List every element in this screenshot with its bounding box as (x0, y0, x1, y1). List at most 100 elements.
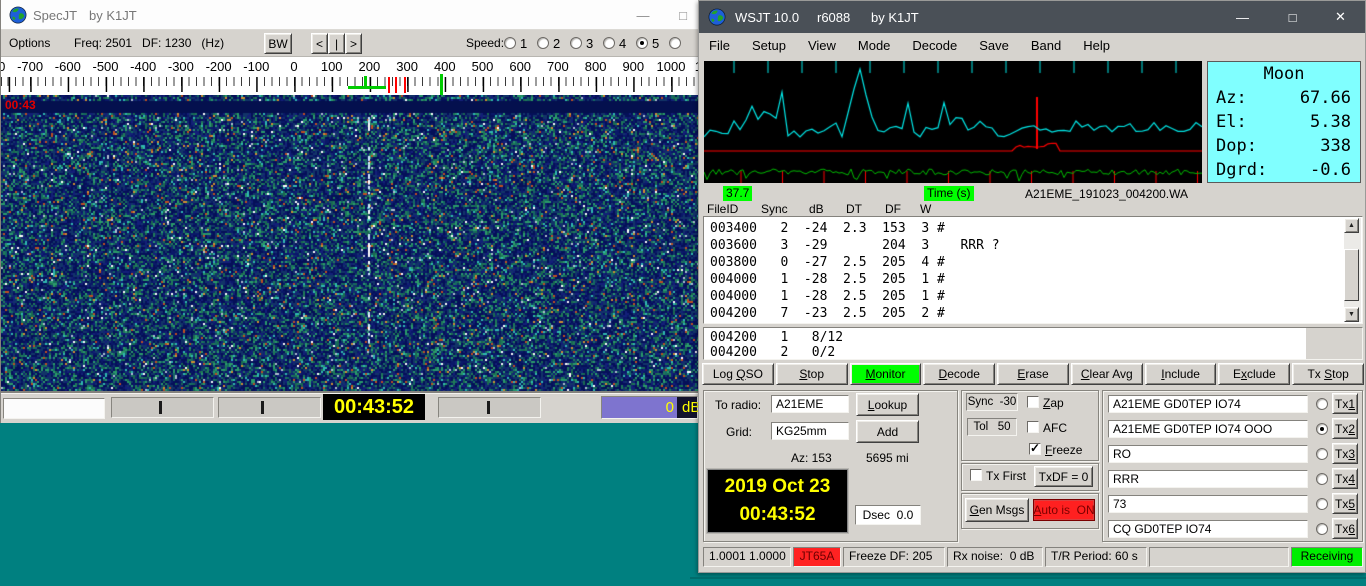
dsec-box[interactable]: Dsec 0.0 (855, 505, 921, 525)
status-spacer (1149, 547, 1289, 567)
exclude-button[interactable]: Exclude (1218, 363, 1290, 385)
wsjt-revision: r6088 (817, 10, 850, 25)
tx6-button[interactable]: Tx6 (1332, 518, 1358, 539)
decode-scrollbar[interactable]: ▲ ▼ (1344, 218, 1361, 322)
stop-button[interactable]: Stop (776, 363, 848, 385)
specjt-titlebar[interactable]: SpecJT by K1JT — □ (1, 0, 700, 30)
menu-item-view[interactable]: View (808, 38, 836, 53)
moon-el-label: El: (1216, 110, 1247, 134)
options-menu[interactable]: Options (9, 36, 50, 50)
grid-label: Grid: (726, 425, 752, 439)
auto-on-button[interactable]: Auto is ON (1033, 499, 1095, 521)
tx-first-checkbox[interactable] (970, 469, 982, 481)
clear-avg-button[interactable]: Clear Avg (1071, 363, 1143, 385)
zap-checkbox[interactable] (1027, 396, 1039, 408)
speed-radio-3[interactable] (570, 37, 582, 49)
scroll-left-button[interactable]: < (311, 33, 328, 54)
lookup-button[interactable]: Lookup (856, 393, 919, 416)
zap-label[interactable]: Zap (1043, 396, 1064, 410)
txdf-button[interactable]: TxDF = 0 (1034, 466, 1093, 487)
freeze-label[interactable]: Freeze (1045, 443, 1082, 457)
tx-message-input-6[interactable]: CQ GD0TEP IO74 (1108, 520, 1308, 538)
gen-msgs-button[interactable]: Gen Msgs (965, 498, 1029, 522)
tx-select-radio-3[interactable] (1316, 448, 1328, 460)
speed-radio-label-4: 4 (619, 36, 626, 51)
freeze-checkbox[interactable] (1029, 443, 1041, 455)
tx-first-label[interactable]: Tx First (986, 469, 1026, 483)
speed-radio-4[interactable] (603, 37, 615, 49)
tx-select-radio-5[interactable] (1316, 498, 1328, 510)
tx-message-input-4[interactable]: RRR (1108, 470, 1308, 488)
menu-item-help[interactable]: Help (1083, 38, 1110, 53)
scroll-right-button[interactable]: > (345, 33, 362, 54)
menu-item-mode[interactable]: Mode (858, 38, 891, 53)
tx-message-input-1[interactable]: A21EME GD0TEP IO74 (1108, 395, 1308, 413)
afc-checkbox[interactable] (1027, 421, 1039, 433)
col-header-db: dB (809, 202, 824, 216)
menu-item-band[interactable]: Band (1031, 38, 1061, 53)
scroll-up-button[interactable]: ▲ (1344, 218, 1359, 233)
tx5-button[interactable]: Tx5 (1332, 493, 1358, 514)
menu-item-decode[interactable]: Decode (912, 38, 957, 53)
scale-label: 700 (547, 59, 569, 74)
receiving-badge: Receiving (1291, 547, 1363, 567)
moon-dop-label: Dop: (1216, 134, 1257, 158)
specjt-minimize-button[interactable]: — (629, 4, 657, 26)
add-button[interactable]: Add (856, 420, 919, 443)
tol-box[interactable]: Tol 50 (967, 418, 1017, 436)
erase-button[interactable]: Erase (997, 363, 1069, 385)
tx-select-radio-1[interactable] (1316, 398, 1328, 410)
average-box-corner (1306, 328, 1362, 359)
include-button[interactable]: Include (1145, 363, 1217, 385)
col-header-df: DF (885, 202, 901, 216)
zero-slider[interactable] (218, 397, 321, 418)
tx2-button[interactable]: Tx2 (1332, 418, 1358, 439)
wsjt-statusbar: 1.0001 1.0000 JT65A Freeze DF: 205 Rx no… (703, 547, 1363, 567)
tx-select-radio-6[interactable] (1316, 523, 1328, 535)
scale-label: 100 (321, 59, 343, 74)
tx3-button[interactable]: Tx3 (1332, 443, 1358, 464)
tx-message-input-2[interactable]: A21EME GD0TEP IO74 OOO (1108, 420, 1308, 438)
speed-radio-2[interactable] (537, 37, 549, 49)
scale-label: 800 (585, 59, 607, 74)
decode-button[interactable]: Decode (923, 363, 995, 385)
gain-slider[interactable] (111, 397, 214, 418)
red-marker-1 (388, 77, 390, 93)
scrollbar-thumb[interactable] (1344, 249, 1359, 301)
tx-message-input-3[interactable]: RO (1108, 445, 1308, 463)
tx-select-radio-4[interactable] (1316, 473, 1328, 485)
tx4-button[interactable]: Tx4 (1332, 468, 1358, 489)
decode-output[interactable]: 003400 2 -24 2.3 153 3 #003600 3 -29 204… (703, 216, 1363, 324)
tx-message-input-5[interactable]: 73 (1108, 495, 1308, 513)
specjt-maximize-button[interactable]: □ (669, 4, 697, 26)
log-qso-button[interactable]: Log QSO (702, 363, 774, 385)
average-decode-output[interactable]: 004200 1 8/12004200 2 0/2 (703, 327, 1363, 360)
wsjt-close-button[interactable]: ✕ (1318, 1, 1363, 33)
red-marker-3 (404, 77, 406, 93)
scroll-down-button[interactable]: ▼ (1344, 307, 1359, 322)
wsjt-minimize-button[interactable]: — (1220, 1, 1265, 33)
to-radio-input[interactable]: A21EME (771, 395, 849, 413)
tx-stop-button[interactable]: Tx Stop (1292, 363, 1364, 385)
sync-box[interactable]: Sync -30 (966, 393, 1018, 411)
menu-item-setup[interactable]: Setup (752, 38, 786, 53)
bw-button[interactable]: BW (264, 33, 292, 54)
afc-label[interactable]: AFC (1043, 421, 1067, 435)
menu-item-file[interactable]: File (709, 38, 730, 53)
wsjt-titlebar[interactable]: WSJT 10.0 r6088 by K1JT — □ ✕ (699, 1, 1365, 33)
scroll-center-button[interactable]: | (328, 33, 345, 54)
wsjt-maximize-button[interactable]: □ (1270, 1, 1315, 33)
monitor-button[interactable]: Monitor (850, 363, 922, 385)
speed-radio-label-2: 2 (553, 36, 560, 51)
speed-radio-1[interactable] (504, 37, 516, 49)
wsjt-title: WSJT 10.0 (735, 10, 799, 25)
tx1-button[interactable]: Tx1 (1332, 393, 1358, 414)
speed-radio-extra[interactable] (669, 37, 681, 49)
menu-item-save[interactable]: Save (979, 38, 1009, 53)
tx-select-radio-2[interactable] (1316, 423, 1328, 435)
rx-level-value: 0 (648, 399, 674, 416)
brightness-slider[interactable] (438, 397, 541, 418)
speed-radio-5[interactable] (636, 37, 648, 49)
grid-input[interactable]: KG25mm (771, 422, 849, 440)
tr-period-readout: T/R Period: 60 s (1045, 547, 1147, 567)
